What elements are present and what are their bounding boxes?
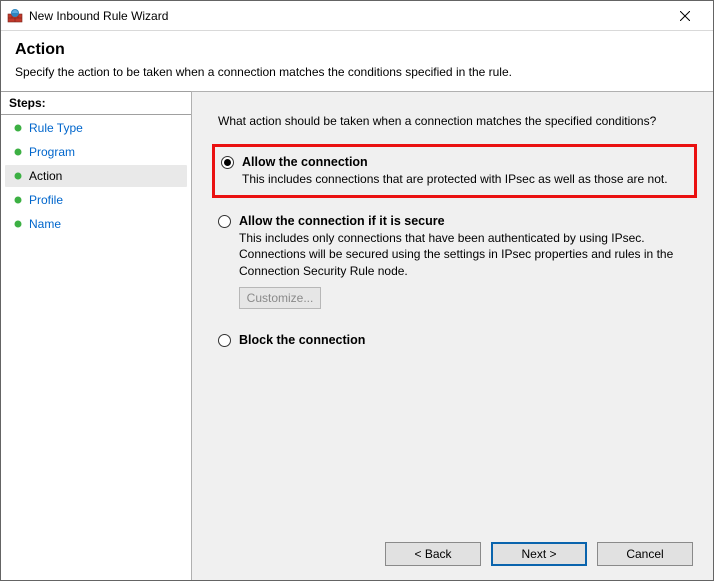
page-title: Action (15, 41, 699, 59)
option-allow-secure[interactable]: Allow the connection if it is secure Thi… (212, 206, 697, 317)
option-title: Block the connection (239, 333, 687, 347)
wizard-window: New Inbound Rule Wizard Action Specify t… (0, 0, 714, 581)
next-button[interactable]: Next > (491, 542, 587, 566)
close-icon (680, 11, 690, 21)
option-allow[interactable]: Allow the connection This includes conne… (212, 144, 697, 198)
cancel-button[interactable]: Cancel (597, 542, 693, 566)
header: Action Specify the action to be taken wh… (1, 31, 713, 91)
step-label: Action (29, 169, 62, 183)
radio-allow[interactable] (221, 156, 234, 169)
content-pane: What action should be taken when a conne… (191, 91, 713, 580)
close-button[interactable] (663, 2, 707, 30)
firewall-icon (7, 8, 23, 24)
radio-block[interactable] (218, 334, 231, 347)
window-title: New Inbound Rule Wizard (29, 9, 663, 23)
wizard-footer: < Back Next > Cancel (208, 532, 697, 570)
bullet-icon (13, 195, 23, 205)
step-label: Name (29, 217, 61, 231)
step-label: Rule Type (29, 121, 83, 135)
step-name[interactable]: Name (5, 213, 187, 235)
step-program[interactable]: Program (5, 141, 187, 163)
step-rule-type[interactable]: Rule Type (5, 117, 187, 139)
bullet-icon (13, 219, 23, 229)
step-label: Profile (29, 193, 63, 207)
steps-sidebar: Steps: Rule Type Program Action Profile … (1, 91, 191, 580)
option-desc: This includes connections that are prote… (242, 171, 684, 187)
customize-button: Customize... (239, 287, 321, 309)
option-block[interactable]: Block the connection (212, 325, 697, 355)
option-desc: This includes only connections that have… (239, 230, 687, 279)
step-label: Program (29, 145, 75, 159)
steps-heading: Steps: (1, 91, 191, 115)
action-options: Allow the connection This includes conne… (212, 144, 697, 363)
radio-allow-secure[interactable] (218, 215, 231, 228)
option-title: Allow the connection (242, 155, 684, 169)
bullet-icon (13, 147, 23, 157)
bullet-icon (13, 123, 23, 133)
step-profile[interactable]: Profile (5, 189, 187, 211)
titlebar: New Inbound Rule Wizard (1, 1, 713, 31)
option-title: Allow the connection if it is secure (239, 214, 687, 228)
action-prompt: What action should be taken when a conne… (218, 114, 697, 128)
step-action[interactable]: Action (5, 165, 187, 187)
body: Steps: Rule Type Program Action Profile … (1, 91, 713, 580)
bullet-icon (13, 171, 23, 181)
back-button[interactable]: < Back (385, 542, 481, 566)
page-description: Specify the action to be taken when a co… (15, 65, 699, 79)
